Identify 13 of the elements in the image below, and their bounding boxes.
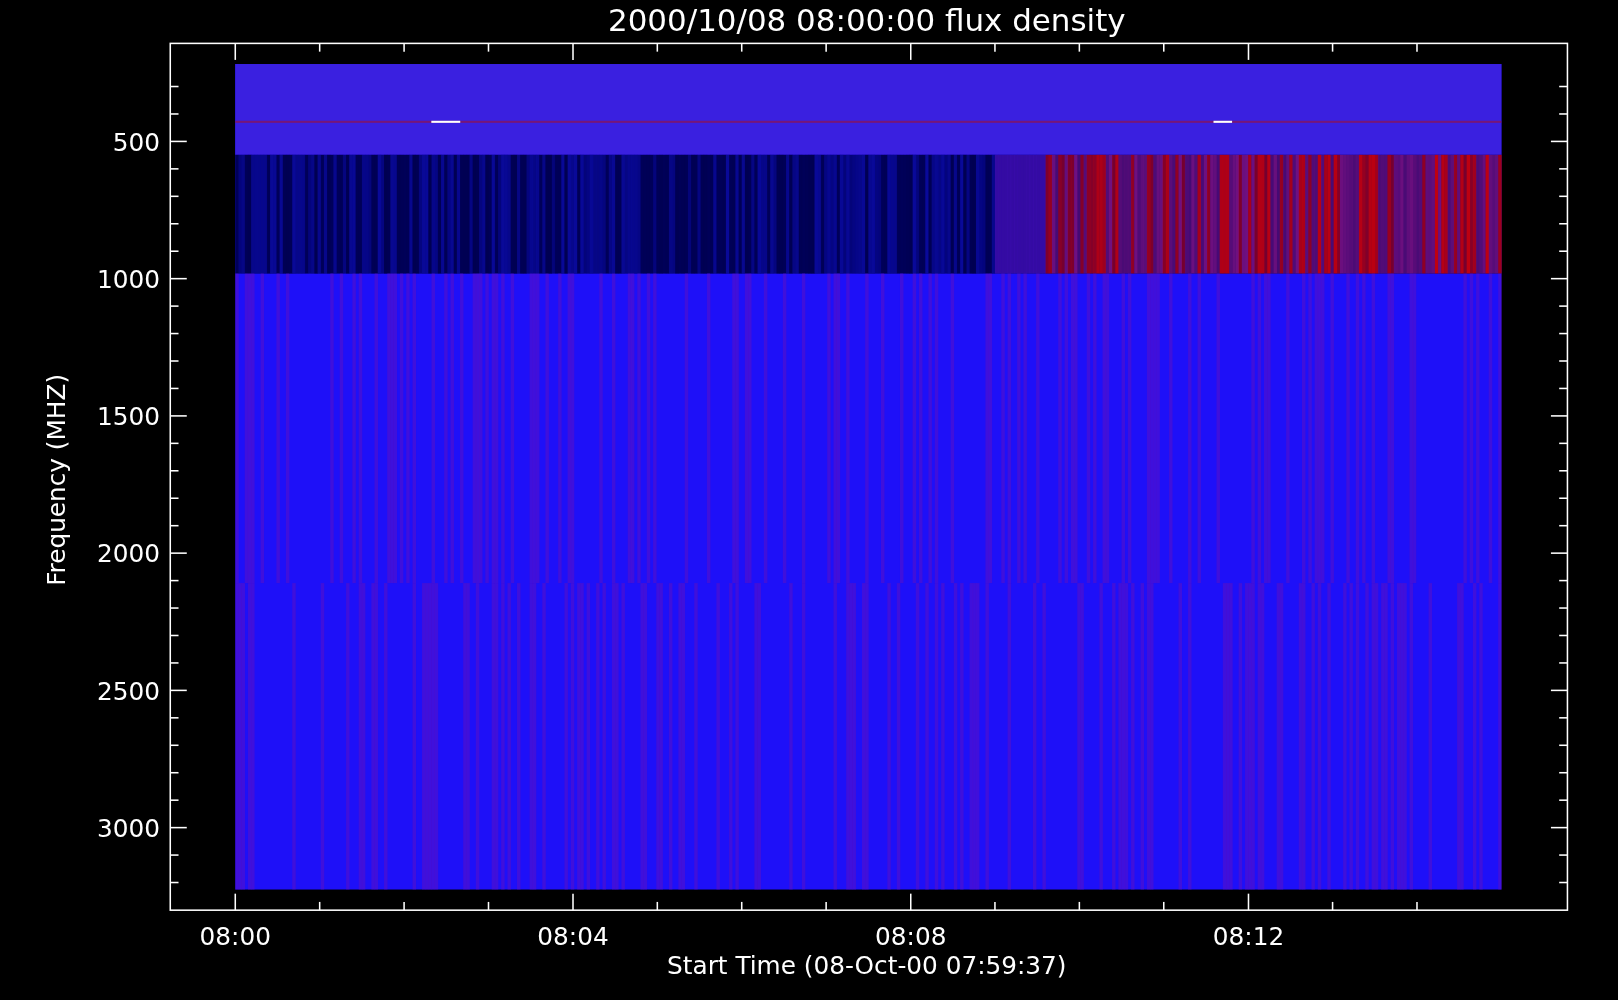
axis-tick-label: 08:00 bbox=[199, 922, 271, 952]
axis-tick-label: 3000 bbox=[96, 813, 160, 843]
axis-tick-label: 2500 bbox=[96, 676, 160, 706]
axis-label: Start Time (08-Oct-00 07:59:37) bbox=[667, 951, 1067, 981]
plot-title: 2000/10/08 08:00:00 flux density bbox=[608, 2, 1126, 38]
axis-label: Frequency (MHZ) bbox=[42, 373, 71, 586]
axis-tick-label: 08:04 bbox=[537, 922, 609, 952]
axis-tick-label: 500 bbox=[112, 127, 160, 157]
axis-tick-label: 1000 bbox=[96, 264, 160, 294]
axis-tick-label: 08:08 bbox=[875, 922, 947, 952]
axis-tick-label: 1500 bbox=[96, 402, 160, 432]
axis-tick-label: 08:12 bbox=[1212, 922, 1285, 952]
axis-tick-label: 2000 bbox=[96, 539, 160, 569]
